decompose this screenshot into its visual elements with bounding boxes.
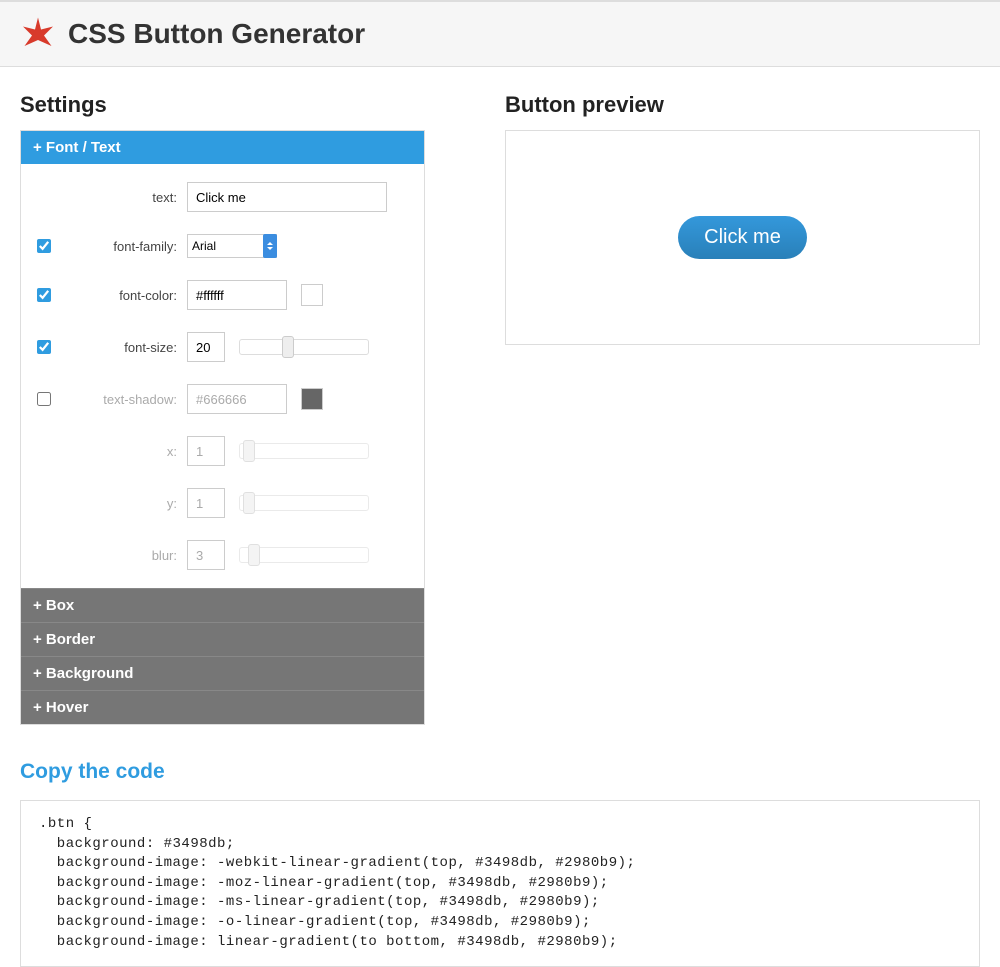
input-shadow-x[interactable] xyxy=(187,436,225,466)
input-font-size[interactable] xyxy=(187,332,225,362)
section-font-text[interactable]: + Font / Text xyxy=(21,131,424,164)
row-text-shadow: text-shadow: xyxy=(31,384,408,414)
row-text: text: xyxy=(31,182,408,212)
checkbox-font-color[interactable] xyxy=(37,288,51,302)
slider-font-size[interactable] xyxy=(239,339,369,355)
input-text-shadow[interactable] xyxy=(187,384,287,414)
label-shadow-blur: blur: xyxy=(57,548,187,563)
slider-shadow-y[interactable] xyxy=(239,495,369,511)
label-text: text: xyxy=(57,190,187,205)
label-text-shadow: text-shadow: xyxy=(57,392,187,407)
section-border[interactable]: + Border xyxy=(21,622,424,656)
preview-box: Click me xyxy=(505,130,980,345)
swatch-text-shadow[interactable] xyxy=(301,388,323,410)
code-output[interactable]: .btn { background: #3498db; background-i… xyxy=(20,800,980,967)
input-font-color[interactable] xyxy=(187,280,287,310)
row-font-color: font-color: xyxy=(31,280,408,310)
app-header: CSS Button Generator xyxy=(0,0,1000,67)
row-shadow-y: y: xyxy=(31,488,408,518)
label-font-size: font-size: xyxy=(57,340,187,355)
label-font-family: font-family: xyxy=(57,239,187,254)
label-shadow-y: y: xyxy=(57,496,187,511)
section-hover[interactable]: + Hover xyxy=(21,690,424,724)
preview-button[interactable]: Click me xyxy=(678,216,807,259)
section-font-body: text: font-family: Arial xyxy=(21,164,424,588)
preview-heading: Button preview xyxy=(505,92,980,118)
star-icon xyxy=(20,16,56,52)
select-font-family[interactable]: Arial xyxy=(187,234,277,258)
checkbox-font-size[interactable] xyxy=(37,340,51,354)
row-font-family: font-family: Arial xyxy=(31,234,408,258)
copy-heading: Copy the code xyxy=(20,760,980,784)
label-shadow-x: x: xyxy=(57,444,187,459)
swatch-font-color[interactable] xyxy=(301,284,323,306)
app-title: CSS Button Generator xyxy=(68,18,365,50)
settings-heading: Settings xyxy=(20,92,425,118)
row-shadow-x: x: xyxy=(31,436,408,466)
row-font-size: font-size: xyxy=(31,332,408,362)
row-shadow-blur: blur: xyxy=(31,540,408,570)
slider-shadow-blur[interactable] xyxy=(239,547,369,563)
checkbox-text-shadow[interactable] xyxy=(37,392,51,406)
checkbox-font-family[interactable] xyxy=(37,239,51,253)
input-shadow-blur[interactable] xyxy=(187,540,225,570)
section-background[interactable]: + Background xyxy=(21,656,424,690)
input-shadow-y[interactable] xyxy=(187,488,225,518)
input-text[interactable] xyxy=(187,182,387,212)
label-font-color: font-color: xyxy=(57,288,187,303)
settings-panel: + Font / Text text: font-family: xyxy=(20,130,425,725)
slider-shadow-x[interactable] xyxy=(239,443,369,459)
section-box[interactable]: + Box xyxy=(21,588,424,622)
